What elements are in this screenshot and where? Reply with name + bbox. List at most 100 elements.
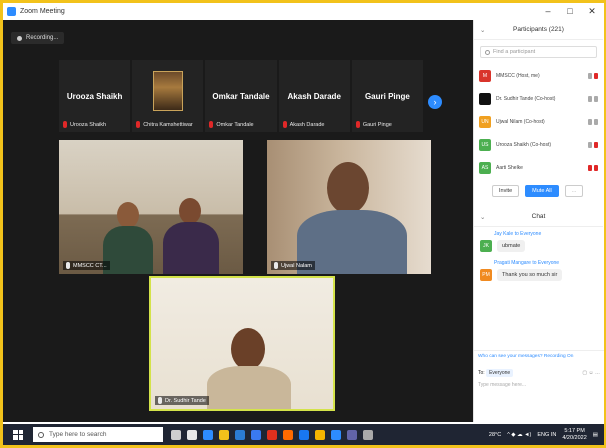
list-item[interactable]: UN Ujwal Nilam (Co-host) [474,110,603,133]
mic-icon[interactable] [588,141,592,148]
person-body [103,226,153,274]
video-caption: MMSCC CT... [63,261,110,270]
invite-button[interactable]: Invite [492,185,520,197]
chat-header: ⌄ Chat [474,207,603,227]
video-tile[interactable]: Ujwal Nalam [267,140,431,274]
minimize-button[interactable]: – [537,3,559,20]
settings-icon[interactable] [363,429,373,440]
participant-strip: Urooza Shaikh Urooza Shaikh Chitra Kamsh… [59,60,424,132]
grid-icon[interactable] [187,429,197,440]
mic-icon[interactable] [588,95,592,102]
chat-visibility-notice[interactable]: Who can see your messages? Recording On [474,350,604,362]
mic-icon [66,262,70,269]
office-icon[interactable] [267,429,277,440]
chevron-down-icon[interactable]: ⌄ [480,26,485,34]
active-speaker-video[interactable]: Dr. Sudhir Tande [149,276,335,411]
windows-start-icon[interactable] [13,429,23,440]
list-item[interactable]: M MMSCC (Host, me) [474,64,603,87]
video-icon[interactable] [594,95,598,102]
search-icon [485,49,490,55]
mic-icon [158,397,162,404]
profile-photo [152,71,183,111]
video-off-icon[interactable] [594,141,598,148]
tile-name: Akash Darade [287,91,341,101]
person-head [179,198,201,224]
close-button[interactable]: ✕ [581,3,603,20]
record-dot-icon [17,35,22,41]
strip-tile[interactable]: Akash Darade Akash Darade [278,60,350,132]
mic-muted-icon[interactable] [588,164,592,171]
list-item[interactable]: AS Aarti Shelke [474,156,603,179]
mic-muted-icon [282,121,287,128]
edge-icon[interactable] [203,429,213,440]
strip-tile[interactable]: Chitra Kamshettiwar [132,60,204,132]
avatar [479,92,491,105]
task-view-icon[interactable] [171,429,181,440]
chat-title: Chat [531,213,546,220]
person-body [207,366,291,409]
mail-icon[interactable] [251,429,261,440]
teams-icon[interactable] [347,429,357,440]
list-item[interactable]: Dr. Sudhir Tande (Co-host) [474,87,603,110]
language-indicator[interactable]: ENG IN [537,432,556,438]
message-sender: Jay Kale to Everyone [494,231,542,237]
recipient-dropdown[interactable]: Everyone [486,369,514,377]
person-head [231,328,265,370]
mic-muted-icon [209,121,214,128]
video-off-icon[interactable] [594,164,598,171]
participants-header: ⌄ Participants (221) [474,20,603,40]
facebook-icon[interactable] [299,429,309,440]
store-icon[interactable] [235,429,245,440]
windows-taskbar: Type here to search 28°C ^ ◆ ☁ ◄) ENG IN… [3,424,604,445]
tray-icons[interactable]: ^ ◆ ☁ ◄) [507,432,531,438]
zoom-app-icon [7,7,16,16]
maximize-button[interactable]: □ [559,3,581,20]
video-caption: Ujwal Nalam [271,261,315,270]
video-off-icon[interactable] [594,72,598,79]
folder-icon[interactable] [219,429,229,440]
tile-caption: Omkar Tandale [216,121,254,128]
recording-indicator[interactable]: Recording... [11,32,65,44]
tile-name: Gauri Pinge [364,91,410,101]
firefox-icon[interactable] [283,429,293,440]
side-panel: ⌄ Participants (221) Find a participant … [473,20,604,422]
chat-recipient-row: To: Everyone ▢ ☺ … [474,366,604,380]
message-text: ubmate [497,240,526,252]
system-tray: 28°C ^ ◆ ☁ ◄) ENG IN 5:17 PM 4/20/2022 ▤ [489,428,604,442]
mic-icon[interactable] [588,72,592,79]
mic-icon [274,262,278,269]
zoom-icon[interactable] [331,429,341,440]
taskbar-apps [171,429,373,440]
strip-tile[interactable]: Omkar Tandale Omkar Tandale [205,60,277,132]
window-titlebar: Zoom Meeting – □ ✕ [3,3,603,20]
chat-input[interactable]: Type message here... [478,382,526,388]
participant-list: M MMSCC (Host, me) Dr. Sudhir Tande (Co-… [474,64,603,179]
avatar: AS [479,161,491,174]
next-page-arrow-icon[interactable]: › [428,95,442,109]
avatar: JK [480,240,492,252]
avatar: M [479,69,491,82]
participant-search-input[interactable]: Find a participant [480,46,597,58]
list-item[interactable]: US Urooza Shaikh (Co-host) [474,133,603,156]
mic-icon[interactable] [588,118,592,125]
person-head [327,162,369,214]
chevron-down-icon[interactable]: ⌄ [480,213,485,221]
notifications-icon[interactable]: ▤ [593,432,598,438]
tile-name: Omkar Tandale [212,91,270,101]
chat-tools-icon[interactable]: ▢ ☺ … [582,370,600,376]
clock[interactable]: 5:17 PM 4/20/2022 [562,428,586,442]
participants-title: Participants (221) [513,26,564,33]
more-button[interactable]: ... [564,185,584,197]
video-tile[interactable]: MMSCC CT... [59,140,243,274]
avatar: US [479,138,491,151]
mute-all-button[interactable]: Mute All [525,185,559,197]
weather-text[interactable]: 28°C [489,432,501,438]
meeting-stage: Recording... Urooza Shaikh Urooza Shaikh… [3,20,473,422]
person-head [117,202,139,228]
to-label: To: [478,370,485,376]
strip-tile[interactable]: Gauri Pinge Gauri Pinge [351,60,424,132]
taskbar-search-input[interactable]: Type here to search [33,427,163,442]
video-icon[interactable] [594,118,598,125]
chrome-icon[interactable] [315,429,325,440]
strip-tile[interactable]: Urooza Shaikh Urooza Shaikh [59,60,131,132]
